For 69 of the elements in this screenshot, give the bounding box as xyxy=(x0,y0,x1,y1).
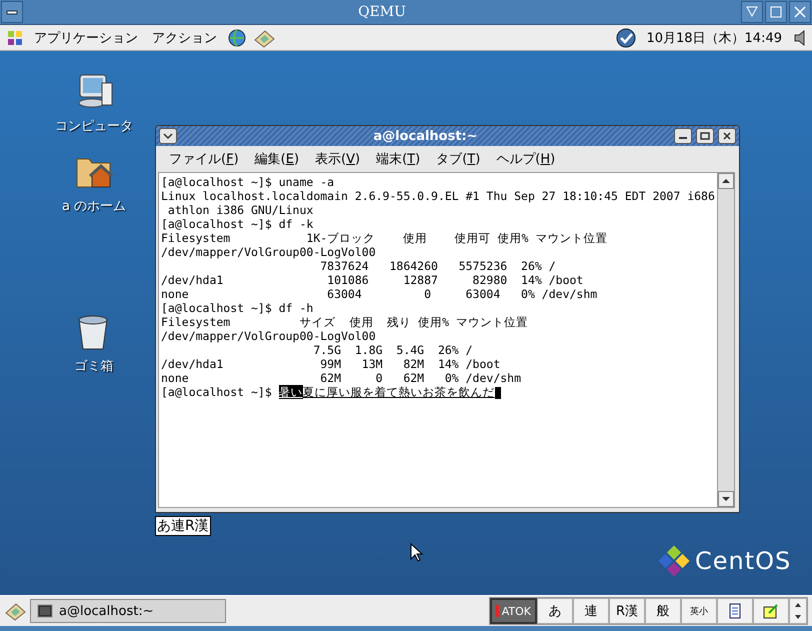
scrollbar[interactable] xyxy=(717,173,734,507)
input-method-indicator: あ連R漢 xyxy=(155,516,211,536)
pinwheel-icon xyxy=(6,28,24,46)
pinwheel-logo-icon xyxy=(657,544,691,578)
terminal-line: [a@localhost ~]$ df -h xyxy=(161,301,314,315)
terminal-line: none 62M 0 62M 0% /dev/shm xyxy=(161,371,522,385)
ime-button[interactable]: ATOK xyxy=(490,598,537,624)
terminal-line: athlon i386 GNU/Linux xyxy=(166,203,314,217)
terminal-line: [a@localhost ~]$ uname -a xyxy=(161,175,336,189)
maximize-icon xyxy=(770,6,782,18)
menu-item[interactable]: ファイル(F) xyxy=(164,148,244,170)
ime-button[interactable] xyxy=(717,598,753,624)
terminal-input-line[interactable]: [a@localhost ~]$ 暑い夏に厚い服を着て熱いお茶を飲んだ xyxy=(161,385,715,399)
maximize-button[interactable] xyxy=(696,128,714,144)
ime-button[interactable] xyxy=(753,598,789,624)
terminal-line: Filesystem サイズ 使用 残り 使用% マウント位置 xyxy=(161,315,529,329)
desktop-icon-label[interactable]: a のホーム xyxy=(62,197,126,215)
desktop-icon-label[interactable]: ゴミ箱 xyxy=(74,357,114,375)
note-pencil-icon xyxy=(763,603,779,619)
triangle-down-icon xyxy=(746,6,758,18)
window-menu-button[interactable] xyxy=(1,1,23,23)
chevron-down-icon xyxy=(163,132,173,140)
terminal-line: [a@localhost ~]$ df -k xyxy=(161,217,314,231)
desktop-icon-label[interactable]: コンピュータ xyxy=(55,117,133,135)
close-button[interactable] xyxy=(789,1,811,23)
ime-button[interactable]: 連 xyxy=(573,598,609,624)
close-button[interactable] xyxy=(718,128,736,144)
ime-button[interactable]: 英小 xyxy=(681,598,717,624)
arrow-down-icon xyxy=(721,495,731,503)
terminal-line: 7.5G 1.8G 5.4G 26% / xyxy=(312,343,474,357)
ime-button[interactable]: あ xyxy=(537,598,573,624)
close-icon xyxy=(794,6,806,18)
panel-menu[interactable]: アクション xyxy=(148,28,221,46)
close-icon xyxy=(722,132,732,140)
maximize-button[interactable] xyxy=(765,1,787,23)
maximize-icon xyxy=(700,132,710,140)
menu-item[interactable]: 表示(V) xyxy=(310,148,366,170)
window-title: QEMU xyxy=(357,4,407,20)
terminal-line: 7837624 1864260 5575236 26% / xyxy=(319,259,557,273)
minimize-button[interactable] xyxy=(674,128,692,144)
ime-button[interactable]: 般 xyxy=(645,598,681,624)
taskbar-button[interactable]: a@localhost:~ xyxy=(30,599,226,623)
clock[interactable]: 10月18日（木）14:49 xyxy=(642,28,786,46)
menu-item[interactable]: 端末(T) xyxy=(371,148,426,170)
scroll-arrows[interactable] xyxy=(789,598,807,624)
terminal-line: Linux localhost.localdomain 2.6.9-55.0.9.EL #1 Thu Sep 27 18:10:45 EDT 2007 i686 xyxy=(161,189,715,203)
shade-button[interactable] xyxy=(741,1,763,23)
terminal-line: /dev/hda1 99M 13M 82M 14% /boot xyxy=(161,357,502,371)
globe-icon xyxy=(227,28,247,48)
mouse-pointer-icon xyxy=(410,543,424,563)
terminal-line: /dev/mapper/VolGroup00-LogVol00 xyxy=(161,329,377,343)
menu-item[interactable]: タブ(T) xyxy=(431,148,486,170)
panel-menu[interactable]: アプリケーション xyxy=(30,28,142,46)
terminal-line: /dev/hda1 101086 12887 82980 14% /boot xyxy=(161,273,584,287)
window-title: a@localhost:~ xyxy=(372,128,479,144)
terminal-line: Filesystem 1K-ブロック 使用 使用可 使用% マウント位置 xyxy=(161,231,608,245)
menu-item[interactable]: ヘルプ(H) xyxy=(491,148,560,170)
list-icon xyxy=(729,603,741,619)
terminal-icon xyxy=(37,604,53,618)
speaker-icon xyxy=(792,28,806,48)
window-menu-button[interactable] xyxy=(159,128,177,144)
menu-item[interactable]: 編集(E) xyxy=(250,148,304,170)
logo-text: CentOS xyxy=(695,547,792,575)
checkmark-icon xyxy=(616,28,636,48)
terminal-line: none 63004 0 63004 0% /dev/shm xyxy=(161,287,598,301)
arrow-up-icon xyxy=(721,177,731,185)
terminal-line: /dev/mapper/VolGroup00-LogVol00 xyxy=(161,245,377,259)
ime-button[interactable]: R漢 xyxy=(609,598,645,624)
up-down-arrows-icon xyxy=(793,601,803,621)
